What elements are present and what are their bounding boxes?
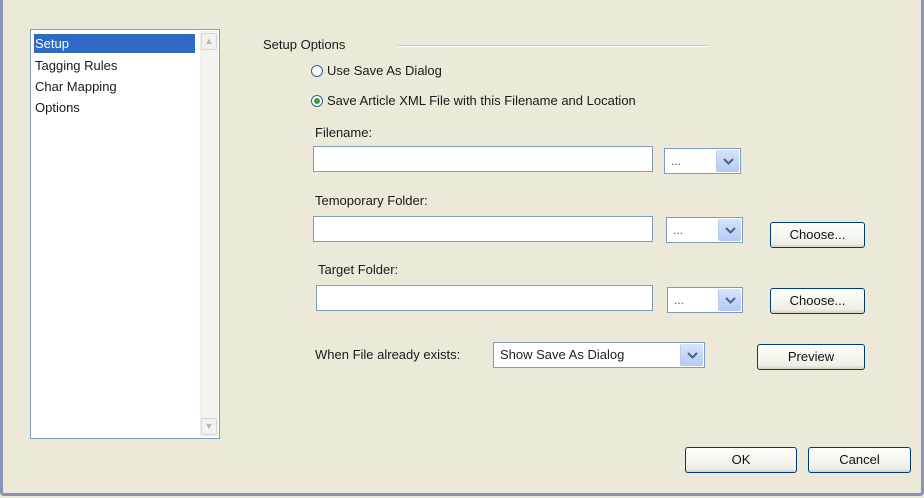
- filename-combo-value: ...: [671, 154, 682, 168]
- sidebar-item-options[interactable]: Options: [34, 98, 80, 117]
- sidebar-item-setup[interactable]: Setup: [34, 34, 195, 53]
- radio-circle-selected-icon[interactable]: [311, 94, 323, 107]
- chevron-down-icon[interactable]: [716, 150, 739, 172]
- target-folder-label: Target Folder:: [318, 262, 399, 277]
- preview-button[interactable]: Preview: [757, 344, 865, 370]
- radio-save-article-xml-label: Save Article XML File with this Filename…: [327, 93, 636, 108]
- radio-use-save-as-dialog[interactable]: Use Save As Dialog: [311, 63, 442, 78]
- radio-use-save-as-dialog-label: Use Save As Dialog: [327, 63, 442, 78]
- filename-options-combo[interactable]: ...: [664, 148, 741, 174]
- radio-save-article-xml[interactable]: Save Article XML File with this Filename…: [311, 93, 636, 108]
- sidebar-item-char-mapping[interactable]: Char Mapping: [34, 77, 117, 96]
- cancel-button[interactable]: Cancel: [808, 447, 911, 473]
- file-exists-value: Show Save As Dialog: [500, 347, 625, 362]
- temp-folder-combo[interactable]: ...: [666, 217, 743, 243]
- list-scrollbar[interactable]: ▲ ▼: [200, 31, 218, 437]
- scroll-down-arrow-icon[interactable]: ▼: [201, 418, 217, 435]
- filename-label: Filename:: [315, 125, 373, 140]
- choose-temp-folder-button[interactable]: Choose...: [770, 222, 865, 248]
- choose-target-folder-button[interactable]: Choose...: [770, 288, 865, 314]
- chevron-down-icon[interactable]: [718, 219, 741, 241]
- target-folder-combo-value: ...: [674, 293, 685, 307]
- temp-folder-input[interactable]: [313, 216, 653, 242]
- temp-folder-combo-value: ...: [673, 223, 684, 237]
- target-folder-combo[interactable]: ...: [667, 287, 743, 313]
- temp-folder-label: Temoporary Folder:: [315, 193, 428, 208]
- dialog-window: Setup Tagging Rules Char Mapping Options…: [0, 0, 924, 496]
- radio-circle-icon[interactable]: [311, 64, 323, 77]
- file-exists-label: When File already exists:: [315, 347, 461, 362]
- file-exists-select[interactable]: Show Save As Dialog: [493, 342, 705, 368]
- ok-button[interactable]: OK: [685, 447, 797, 473]
- chevron-down-icon[interactable]: [718, 289, 741, 311]
- target-folder-input[interactable]: [316, 285, 653, 311]
- category-list[interactable]: Setup Tagging Rules Char Mapping Options…: [30, 29, 220, 439]
- filename-input[interactable]: [313, 146, 653, 172]
- chevron-down-icon[interactable]: [680, 344, 703, 366]
- scroll-up-arrow-icon[interactable]: ▲: [201, 33, 217, 50]
- group-divider: [398, 45, 708, 47]
- group-title-setup-options: Setup Options: [263, 37, 346, 52]
- sidebar-item-tagging-rules[interactable]: Tagging Rules: [34, 56, 117, 75]
